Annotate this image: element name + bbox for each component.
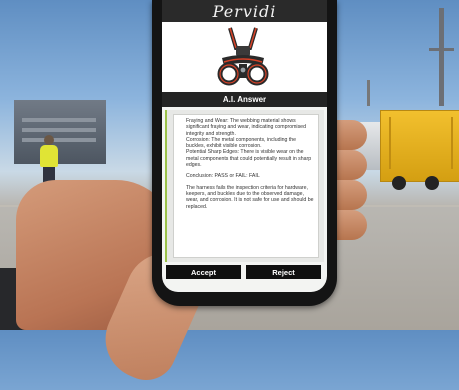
conclusion-text: Conclusion: PASS or FAIL: FAIL (186, 173, 260, 180)
background-wheel (425, 176, 439, 190)
background-building (14, 100, 106, 164)
background-yellow-container (380, 110, 459, 182)
background-light-pole (429, 8, 454, 106)
background-worker (40, 145, 58, 167)
answer-text-box[interactable]: Fraying and Wear: The webbing material s… (173, 114, 319, 258)
reject-button[interactable]: Reject (246, 265, 321, 279)
answer-paragraph: Fraying and Wear: The webbing material s… (186, 118, 306, 137)
background-wheel (392, 176, 406, 190)
answer-paragraph: The harness fails the inspection criteri… (186, 184, 314, 210)
answer-panel: Fraying and Wear: The webbing material s… (165, 110, 324, 262)
inspection-image (162, 22, 327, 92)
answer-paragraph: Potential Sharp Edges: There is visible … (186, 149, 312, 169)
answer-title: A.I. Answer (222, 95, 267, 104)
answer-paragraph: Corrosion: The metal components, includi… (186, 136, 297, 150)
app-screen: Pervidi A.I. Answer Fraying and Wear: Th… (162, 0, 327, 292)
background-pole (367, 80, 370, 106)
safety-harness-icon (217, 27, 269, 86)
app-title: Pervidi (212, 1, 277, 21)
answer-header: A.I. Answer (162, 92, 327, 107)
background-worker-head (44, 135, 54, 145)
app-header: Pervidi (162, 0, 327, 22)
accept-button[interactable]: Accept (166, 265, 241, 279)
